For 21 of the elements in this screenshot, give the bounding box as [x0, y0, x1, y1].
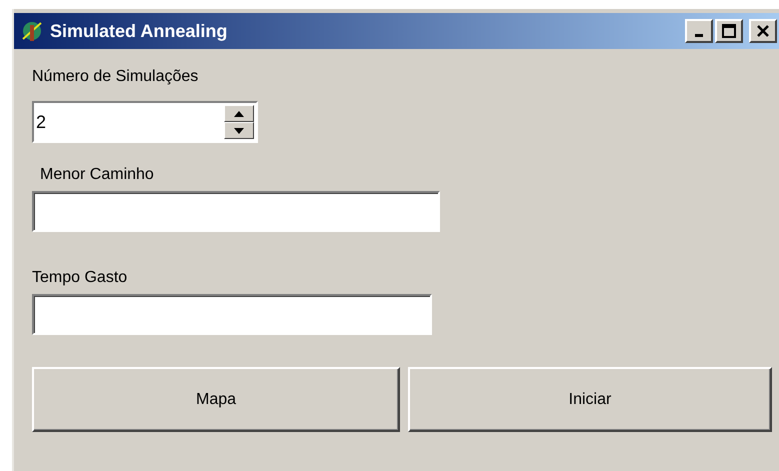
- spin-up-button[interactable]: [224, 105, 254, 122]
- minimize-button[interactable]: [685, 19, 713, 43]
- action-button[interactable]: Mapa: [32, 367, 400, 432]
- close-icon: [756, 24, 770, 38]
- minimize-icon: [695, 34, 703, 36]
- spin-down-button[interactable]: [224, 122, 254, 139]
- input-field[interactable]: [32, 191, 440, 232]
- close-button[interactable]: [749, 19, 777, 43]
- field-label: Menor Caminho: [40, 165, 155, 185]
- window-title: Simulated Annealing: [50, 20, 228, 42]
- app-icon: [20, 19, 44, 43]
- number-spinner[interactable]: 2: [32, 101, 258, 143]
- up-arrow-icon: [234, 110, 244, 116]
- maximize-icon: [722, 24, 736, 38]
- action-button[interactable]: Iniciar: [408, 367, 772, 432]
- input-field[interactable]: [32, 294, 432, 335]
- field-label: Tempo Gasto: [32, 268, 128, 288]
- number-field[interactable]: 2: [34, 107, 224, 137]
- down-arrow-icon: [234, 128, 244, 134]
- maximize-button[interactable]: [715, 19, 743, 43]
- field-label: Número de Simulações: [32, 67, 200, 87]
